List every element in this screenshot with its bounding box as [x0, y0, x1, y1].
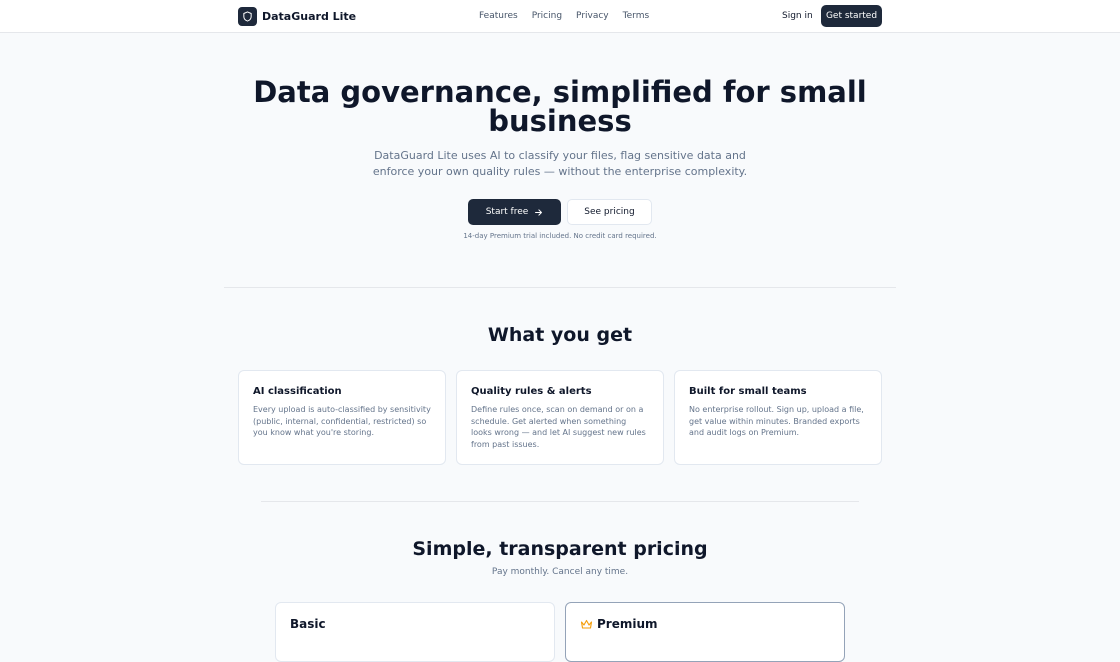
brand-name: DataGuard Lite: [262, 9, 357, 23]
section-divider: [224, 287, 896, 288]
section-divider: [261, 501, 859, 502]
feature-card-body: No enterprise rollout. Sign up, upload a…: [689, 405, 864, 437]
plan-card-premium: Premium: [565, 602, 845, 662]
nav-link-pricing[interactable]: Pricing: [532, 10, 562, 22]
feature-card-title: Quality rules & alerts: [471, 386, 592, 397]
plan-card-basic: Basic: [275, 602, 555, 662]
top-nav-bar: DataGuard Lite Features Pricing Privacy …: [0, 0, 1120, 33]
crown-icon: [580, 619, 593, 629]
brand-logo-link[interactable]: DataGuard Lite: [238, 6, 356, 26]
get-started-button[interactable]: Get started: [821, 5, 882, 27]
start-free-label: Start free: [485, 207, 529, 217]
arrow-right-icon: [535, 208, 543, 216]
see-pricing-button[interactable]: See pricing: [567, 199, 652, 225]
hero-title: Data governance, simplified for small bu…: [253, 75, 867, 138]
nav-link-privacy[interactable]: Privacy: [576, 10, 609, 22]
feature-card-ai-classification: AI classification Every upload is auto-c…: [238, 370, 446, 465]
pricing-subtitle: Pay monthly. Cancel any time.: [491, 567, 629, 577]
trial-note: 14-day Premium trial included. No credit…: [463, 232, 657, 240]
feature-card-body: Every upload is auto-classified by sensi…: [253, 405, 431, 437]
sign-in-link[interactable]: Sign in: [782, 10, 813, 22]
feature-card-body: Define rules once, scan on demand or on …: [471, 405, 646, 449]
feature-card-small-teams: Built for small teams No enterprise roll…: [674, 370, 882, 465]
nav-link-terms[interactable]: Terms: [623, 10, 650, 22]
feature-card-quality-rules: Quality rules & alerts Define rules once…: [456, 370, 664, 465]
nav-link-features[interactable]: Features: [479, 10, 518, 22]
pricing-title: Simple, transparent pricing: [412, 538, 708, 560]
start-free-button[interactable]: Start free: [468, 199, 561, 225]
shield-logo-icon: [238, 6, 257, 26]
feature-card-title: Built for small teams: [689, 386, 807, 397]
feature-card-title: AI classification: [253, 386, 342, 397]
hero-subtitle: DataGuard Lite uses AI to classify your …: [372, 149, 748, 178]
features-title: What you get: [487, 324, 633, 346]
main-nav: Features Pricing Privacy Terms: [479, 10, 649, 22]
